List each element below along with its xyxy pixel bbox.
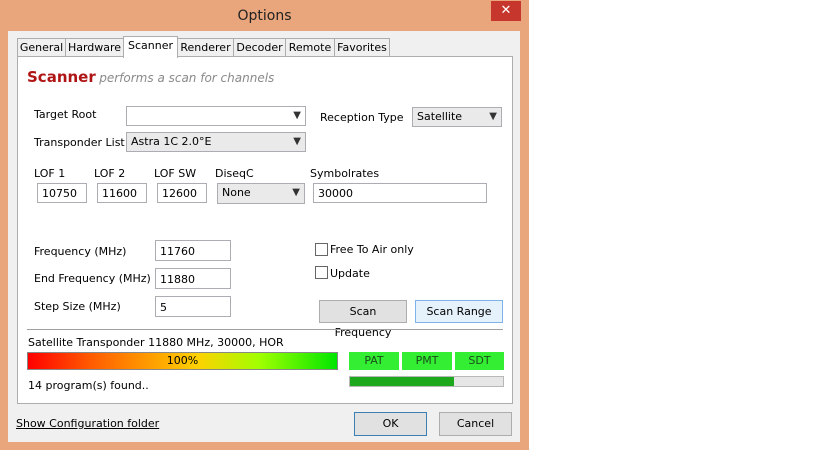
lofsw-input[interactable]: 12600 xyxy=(157,183,207,203)
reception-type-select[interactable]: Satellite ▼ xyxy=(412,107,502,127)
symbolrates-label: Symbolrates xyxy=(310,167,380,180)
target-root-combo[interactable]: ▼ xyxy=(126,106,306,126)
step-size-label: Step Size (MHz) xyxy=(34,300,121,313)
reception-type-value: Satellite xyxy=(417,110,463,123)
step-size-input[interactable]: 5 xyxy=(155,296,231,317)
page-header: Scanner performs a scan for channels xyxy=(27,68,274,86)
lof1-input[interactable]: 10750 xyxy=(37,183,87,203)
update-label: Update xyxy=(330,267,370,280)
chevron-down-icon: ▼ xyxy=(293,110,301,121)
update-checkbox[interactable] xyxy=(315,266,328,279)
pmt-indicator: PMT xyxy=(402,352,452,370)
show-config-folder-link[interactable]: Show Configuration folder xyxy=(16,417,159,430)
target-root-label: Target Root xyxy=(34,108,97,121)
end-frequency-label: End Frequency (MHz) xyxy=(34,272,151,285)
status-text: Satellite Transponder 11880 MHz, 30000, … xyxy=(28,336,284,349)
ok-button[interactable]: OK xyxy=(354,412,427,436)
separator xyxy=(27,329,503,330)
scan-range-button[interactable]: Scan Range xyxy=(415,300,503,323)
lofsw-label: LOF SW xyxy=(154,167,197,180)
page-subtitle: performs a scan for channels xyxy=(99,71,275,85)
symbolrates-input[interactable]: 30000 xyxy=(313,183,487,203)
scan-frequency-button[interactable]: Scan Frequency xyxy=(319,300,407,339)
diseqc-label: DiseqC xyxy=(215,167,254,180)
free-to-air-checkbox[interactable] xyxy=(315,243,328,256)
panel-content: Scanner performs a scan for channels Tar… xyxy=(0,0,819,460)
diseqc-select[interactable]: None ▼ xyxy=(217,183,305,204)
secondary-progress-fill xyxy=(350,377,455,386)
diseqc-value: None xyxy=(222,186,251,199)
reception-type-label: Reception Type xyxy=(320,111,404,124)
transponder-list-label: Transponder List xyxy=(34,136,125,149)
progress-label: 100% xyxy=(166,354,199,367)
chevron-down-icon: ▼ xyxy=(489,111,497,122)
progress-bar: 100% xyxy=(27,352,338,370)
sdt-indicator: SDT xyxy=(455,352,504,370)
cancel-button[interactable]: Cancel xyxy=(439,412,512,436)
programs-found-text: 14 program(s) found.. xyxy=(28,379,149,392)
secondary-progress-bar xyxy=(349,376,504,387)
page-title: Scanner xyxy=(27,68,96,86)
lof2-label: LOF 2 xyxy=(94,167,126,180)
chevron-down-icon: ▼ xyxy=(293,136,301,147)
lof1-label: LOF 1 xyxy=(34,167,66,180)
lof2-input[interactable]: 11600 xyxy=(97,183,147,203)
transponder-list-select[interactable]: Astra 1C 2.0°E ▼ xyxy=(126,132,306,152)
chevron-down-icon: ▼ xyxy=(292,187,300,198)
end-frequency-input[interactable]: 11880 xyxy=(155,268,231,289)
transponder-list-value: Astra 1C 2.0°E xyxy=(131,135,212,148)
frequency-label: Frequency (MHz) xyxy=(34,245,127,258)
pat-indicator: PAT xyxy=(349,352,399,370)
free-to-air-label: Free To Air only xyxy=(330,243,414,256)
frequency-input[interactable]: 11760 xyxy=(155,240,231,261)
